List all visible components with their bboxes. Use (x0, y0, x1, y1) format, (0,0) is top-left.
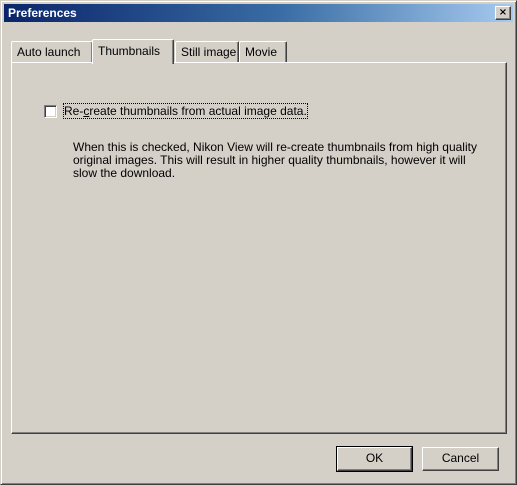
close-icon: × (498, 7, 508, 18)
tab-label: Movie (245, 45, 278, 59)
description-text: When this is checked, Nikon View will re… (73, 140, 477, 180)
tab-thumbnails[interactable]: Thumbnails (92, 39, 174, 64)
recreate-thumbnails-label[interactable]: Re-create thumbnails from actual image d… (63, 103, 308, 119)
window-title: Preferences (8, 6, 77, 20)
tab-auto-launch[interactable]: Auto launch (11, 41, 93, 62)
preferences-dialog: Preferences × Auto launch Thumbnails Sti… (0, 0, 517, 485)
close-button[interactable]: × (495, 6, 511, 20)
ok-button[interactable]: OK (336, 446, 413, 472)
recreate-thumbnails-checkbox[interactable] (44, 105, 57, 118)
tab-label: Thumbnails (98, 44, 161, 58)
title-bar[interactable]: Preferences × (4, 4, 513, 22)
thumbnails-panel: Re-create thumbnails from actual image d… (11, 62, 507, 434)
tab-label: Auto launch (17, 45, 81, 59)
tab-still-image[interactable]: Still image (175, 41, 239, 62)
tab-label: Still image (181, 45, 237, 59)
cancel-button[interactable]: Cancel (422, 447, 499, 471)
tab-movie[interactable]: Movie (239, 41, 287, 62)
